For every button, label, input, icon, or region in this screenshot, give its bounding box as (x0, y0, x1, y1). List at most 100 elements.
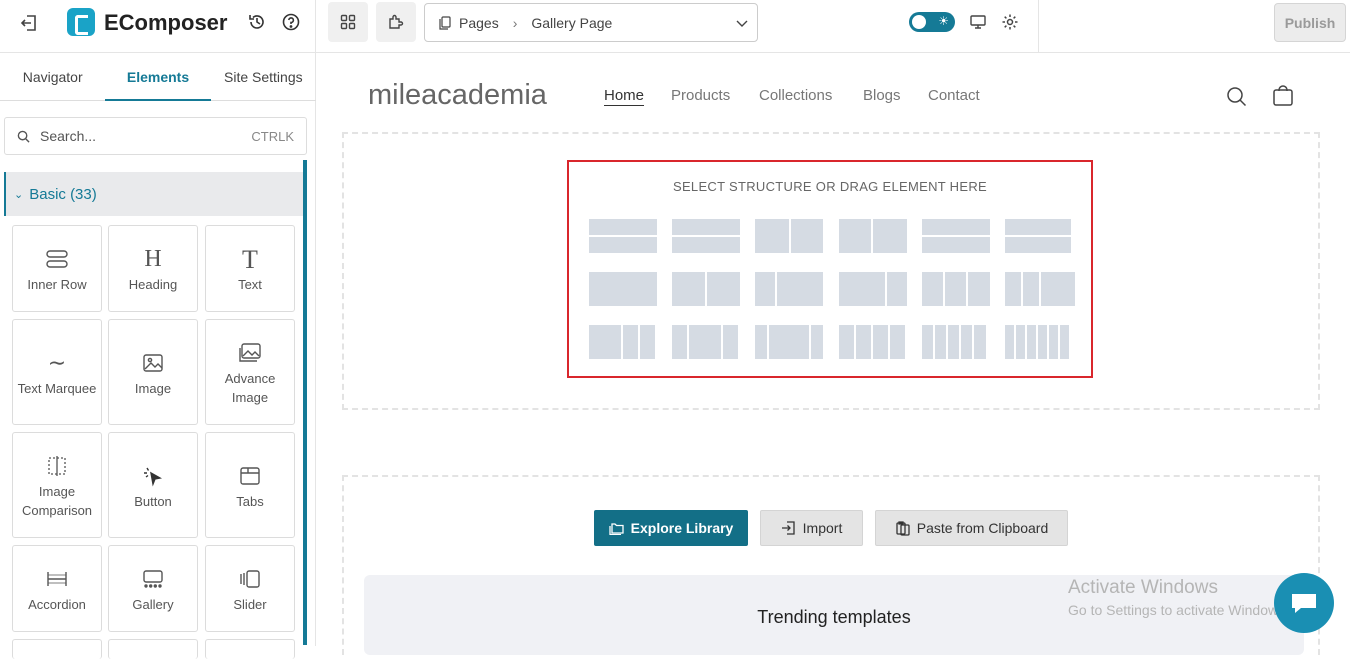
search-icon (17, 130, 30, 143)
text-icon: T (242, 244, 258, 274)
structure-option[interactable] (839, 219, 907, 253)
marquee-icon: ∼ (47, 350, 67, 375)
apps-button[interactable] (376, 2, 416, 42)
structure-option[interactable] (1005, 219, 1071, 253)
search-placeholder: Search... (40, 128, 97, 144)
ecomposer-logo-icon (67, 8, 95, 36)
element-label: Tabs (236, 493, 264, 509)
element-heading[interactable]: H Heading (108, 225, 198, 312)
element-label: Advance Image (224, 371, 276, 405)
paste-clipboard-label: Paste from Clipboard (916, 520, 1049, 536)
structure-option[interactable] (1005, 325, 1069, 359)
sun-icon: ☀ (938, 14, 949, 28)
element-gallery[interactable]: Gallery (108, 545, 198, 632)
element-label: Gallery (132, 597, 174, 612)
heading-icon: H (144, 245, 162, 272)
import-button[interactable]: Import (760, 510, 863, 546)
search-shortcut: CTRLK (251, 128, 294, 144)
page-selector[interactable]: Pages › Gallery Page (424, 3, 758, 42)
structure-option[interactable] (755, 325, 823, 359)
grid-icon (340, 14, 356, 30)
element-label: Slider (233, 597, 267, 612)
element-image-comparison[interactable]: Image Comparison (12, 432, 102, 538)
slider-icon (238, 563, 262, 595)
nav-collections[interactable]: Collections (759, 87, 832, 104)
structure-option[interactable] (922, 272, 990, 306)
structure-option[interactable] (589, 325, 655, 359)
store-search-icon[interactable] (1226, 86, 1247, 112)
settings-gear-icon[interactable] (1000, 12, 1020, 32)
chat-button[interactable] (1274, 573, 1334, 633)
structure-option[interactable] (839, 272, 907, 306)
sidebar-tabs: Navigator Elements Site Settings (0, 53, 316, 101)
structure-option[interactable] (922, 219, 990, 253)
tab-site-settings[interactable]: Site Settings (211, 53, 316, 100)
structure-option[interactable] (589, 272, 657, 306)
desktop-view-icon[interactable] (968, 12, 988, 32)
breadcrumb-current-page: Gallery Page (531, 14, 613, 31)
cart-icon[interactable] (1272, 85, 1294, 112)
chevron-down-icon[interactable] (735, 16, 749, 30)
structure-option[interactable] (672, 325, 738, 359)
element-button[interactable]: Button (108, 432, 198, 538)
structure-option[interactable] (589, 219, 657, 253)
puzzle-icon (389, 14, 404, 29)
toolbar-left: EComposer (0, 0, 316, 52)
structure-option[interactable] (755, 272, 823, 306)
nav-products[interactable]: Products (671, 87, 730, 104)
element-card-partial[interactable] (108, 639, 198, 659)
breadcrumb-pages[interactable]: Pages (459, 15, 499, 31)
element-card-partial[interactable] (12, 639, 102, 659)
structure-option[interactable] (755, 219, 823, 253)
breadcrumb-chevron-icon: › (512, 14, 518, 31)
element-label: Text Marquee (17, 380, 97, 396)
category-label: Basic (33) (29, 185, 97, 203)
element-inner-row[interactable]: Inner Row (12, 225, 102, 312)
element-label: Heading (128, 277, 178, 292)
paste-clipboard-button[interactable]: Paste from Clipboard (875, 510, 1068, 546)
sidebar-scrollbar[interactable] (303, 160, 307, 645)
element-label: Inner Row (27, 277, 87, 292)
explore-library-button[interactable]: Explore Library (594, 510, 748, 546)
image-comparison-icon (46, 450, 68, 482)
chat-bubble-icon (1292, 594, 1316, 613)
element-search-input[interactable]: Search... CTRLK (4, 117, 307, 155)
image-icon (142, 347, 164, 379)
element-card-partial[interactable] (205, 639, 295, 659)
element-label: Button (134, 493, 172, 509)
theme-toggle[interactable]: ☀ (909, 12, 955, 32)
store-logo[interactable]: mileacademia (368, 79, 547, 112)
element-advance-image[interactable]: Advance Image (205, 319, 295, 425)
structure-option[interactable] (1005, 272, 1075, 306)
tab-navigator[interactable]: Navigator (0, 53, 105, 100)
element-text[interactable]: T Text (205, 225, 295, 312)
element-tabs[interactable]: Tabs (205, 432, 295, 538)
structure-option[interactable] (922, 325, 986, 359)
structure-option[interactable] (839, 325, 905, 359)
windows-watermark-subtitle: Go to Settings to activate Windows. (1068, 602, 1289, 618)
nav-blogs[interactable]: Blogs (863, 87, 901, 104)
layout-grid-button[interactable] (328, 2, 368, 42)
clipboard-icon (896, 521, 910, 536)
structure-option[interactable] (672, 219, 740, 253)
category-basic[interactable]: ⌄ Basic (33) (4, 172, 304, 216)
help-icon[interactable] (280, 11, 302, 33)
tab-elements[interactable]: Elements (105, 53, 211, 101)
left-sidebar: Navigator Elements Site Settings Search.… (0, 53, 316, 659)
inner-row-icon (45, 243, 69, 275)
windows-watermark-title: Activate Windows (1068, 577, 1218, 598)
nav-contact[interactable]: Contact (928, 87, 980, 104)
history-icon[interactable] (246, 11, 268, 33)
element-slider[interactable]: Slider (205, 545, 295, 632)
element-text-marquee[interactable]: ∼ Text Marquee (12, 319, 102, 425)
element-accordion[interactable]: Accordion (12, 545, 102, 632)
import-label: Import (802, 520, 843, 536)
nav-home[interactable]: Home (604, 87, 644, 104)
element-image[interactable]: Image (108, 319, 198, 425)
chevron-down-icon: ⌄ (14, 188, 24, 201)
editor-canvas: mileacademia Home Products Collections B… (316, 53, 1350, 655)
publish-button[interactable]: Publish (1274, 3, 1346, 42)
exit-icon[interactable] (18, 12, 40, 34)
advance-image-icon (238, 337, 262, 369)
structure-option[interactable] (672, 272, 740, 306)
